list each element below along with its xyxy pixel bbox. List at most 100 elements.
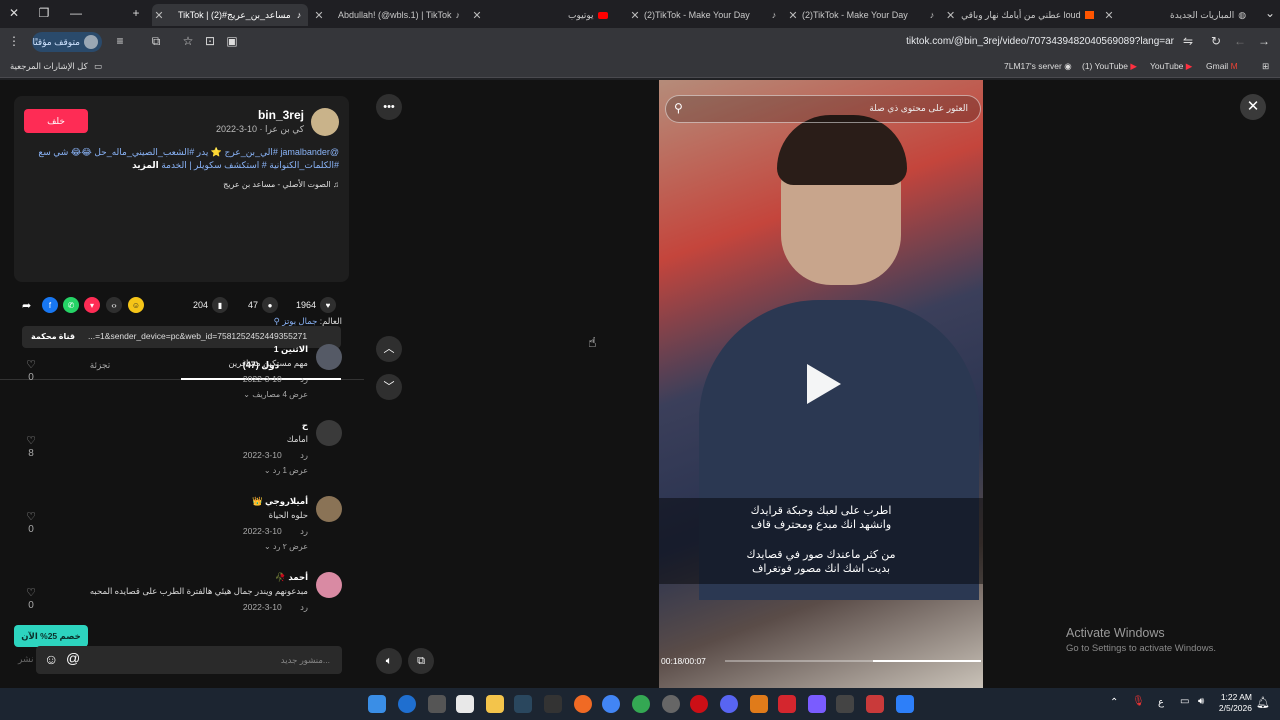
- music-link[interactable]: ♫ الصوت الأصلي - مساعد بن عريج: [223, 180, 339, 189]
- comment-like-icon[interactable]: ♡: [24, 434, 38, 447]
- start-icon[interactable]: [368, 695, 386, 713]
- bookmark-youtube-1[interactable]: (1) YouTube ▶: [1082, 61, 1137, 72]
- profile-paused-button[interactable]: متوقف مؤقتًا: [32, 32, 102, 52]
- comment-like-icon[interactable]: ♡: [24, 358, 38, 371]
- play-icon[interactable]: [807, 364, 841, 404]
- github-icon[interactable]: [662, 695, 680, 713]
- close-tab-icon[interactable]: ✕: [152, 9, 166, 22]
- whatsapp-share-button[interactable]: ✆: [63, 296, 79, 314]
- mention-icon[interactable]: @: [66, 650, 80, 666]
- commenter-name[interactable]: أحمد 🥀: [275, 572, 308, 583]
- previous-video-icon[interactable]: ︿: [376, 336, 402, 362]
- send-to-friend-button[interactable]: ▾: [84, 296, 100, 314]
- tab-youtube[interactable]: ✕ يوتيوب: [470, 4, 620, 26]
- restore-window-icon[interactable]: ❐: [36, 6, 52, 20]
- extensions-icon[interactable]: ⧉: [148, 34, 164, 49]
- opera-icon[interactable]: [690, 695, 708, 713]
- reload-icon[interactable]: ↻: [1208, 34, 1224, 48]
- network-icon[interactable]: ▭: [1180, 696, 1189, 707]
- discount-badge[interactable]: خصم 25% الآن: [14, 625, 88, 647]
- comment-input[interactable]: ☺ @ منشور جديد...: [36, 646, 342, 674]
- commenter-name[interactable]: الاثنين 1: [274, 344, 308, 355]
- close-tab-icon[interactable]: ✕: [1102, 9, 1116, 22]
- taskbar-clock[interactable]: 1:22 AM 2/5/2026: [1219, 692, 1252, 714]
- file-explorer-icon[interactable]: [486, 695, 504, 713]
- tab-tiktok-bin-3rej[interactable]: ✕ TikTok | مساعد_بن_عريج#(2) ♪: [152, 4, 308, 26]
- author-avatar[interactable]: [311, 108, 339, 136]
- tab-soundcloud[interactable]: ✕ عطني من أيامك نهار وباقي loud: [944, 4, 1094, 26]
- more-share-button[interactable]: ➦: [22, 296, 31, 314]
- video-progress-bar[interactable]: [725, 660, 981, 662]
- next-video-icon[interactable]: ﹀: [376, 374, 402, 400]
- bookmark-star-icon[interactable]: ☆: [180, 34, 196, 48]
- notification-bell-icon[interactable]: 🔔︎: [1256, 696, 1270, 709]
- commenter-name[interactable]: ح: [302, 420, 308, 431]
- firefox-icon[interactable]: [574, 695, 592, 713]
- menu-dots-icon[interactable]: ⋮: [6, 34, 22, 48]
- close-tab-icon[interactable]: ✕: [470, 9, 484, 22]
- share-coin-button[interactable]: ☺: [128, 296, 144, 314]
- app-b-icon[interactable]: [778, 695, 796, 713]
- apps-grid-icon[interactable]: ⊞: [1262, 61, 1269, 72]
- install-app-icon[interactable]: ⊡: [202, 34, 218, 48]
- discord-icon[interactable]: [720, 695, 738, 713]
- emoji-icon[interactable]: ☺: [44, 651, 58, 667]
- address-bar[interactable]: tiktok.com/@bin_3rej/video/7073439482040…: [906, 36, 1174, 47]
- save-button[interactable]: 204 ▮: [193, 296, 229, 314]
- tab-tiktok-make-your-day-2[interactable]: ✕ (2)TikTok - Make Your Day ♪: [786, 4, 936, 26]
- tab-matches[interactable]: ✕ المباريات الجديدة ◍: [1102, 4, 1252, 26]
- commenter-name[interactable]: أميلاروجي 👑: [252, 496, 308, 507]
- commenter-avatar[interactable]: [316, 496, 342, 522]
- reply-button[interactable]: رد: [300, 526, 308, 536]
- comment-button[interactable]: 47 ●: [248, 296, 279, 314]
- facebook-share-button[interactable]: f: [42, 296, 58, 314]
- store-icon[interactable]: [456, 695, 474, 713]
- app-red-icon[interactable]: [866, 695, 884, 713]
- chrome-profile-icon[interactable]: [632, 695, 650, 713]
- steam-icon[interactable]: [514, 695, 532, 713]
- tab-abdullah-tiktok[interactable]: ✕ Abdullah! (@wbls.1) | TikTok ♪: [312, 4, 466, 26]
- comment-like-icon[interactable]: ♡: [24, 586, 38, 599]
- bluetooth-app-icon[interactable]: [896, 695, 914, 713]
- commenter-avatar[interactable]: [316, 420, 342, 446]
- reply-button[interactable]: رد: [300, 374, 308, 384]
- chrome-icon[interactable]: [602, 695, 620, 713]
- bookmark-gmail[interactable]: Gmail M: [1206, 61, 1238, 71]
- reading-list-icon[interactable]: ≡: [112, 34, 128, 48]
- vlc-icon[interactable]: [750, 695, 768, 713]
- close-tab-icon[interactable]: ✕: [944, 9, 957, 22]
- close-tab-icon[interactable]: ✕: [312, 9, 326, 22]
- video-link[interactable]: ...=1&sender_device=pc&web_id=7581252452…: [88, 331, 336, 341]
- reply-button[interactable]: رد: [300, 602, 308, 612]
- back-icon[interactable]: →: [1256, 34, 1272, 48]
- more-button[interactable]: المزيد: [132, 160, 159, 170]
- close-icon[interactable]: ✕: [1240, 94, 1266, 120]
- like-button[interactable]: 1964 ♥: [296, 296, 337, 314]
- embed-button[interactable]: ‹›: [106, 296, 122, 314]
- tab-search-icon[interactable]: ⌄: [1262, 6, 1278, 20]
- close-tab-icon[interactable]: ✕: [786, 9, 800, 22]
- edge-icon[interactable]: [398, 695, 416, 713]
- bookmark-youtube-2[interactable]: YouTube ▶: [1150, 61, 1192, 72]
- speaker-icon[interactable]: 🔊︎: [1198, 696, 1204, 707]
- video-search-bar[interactable]: ⚲ العثور على محتوى ذي صلة: [665, 95, 981, 123]
- capcut-icon[interactable]: [836, 695, 854, 713]
- all-bookmarks[interactable]: كل الإشارات المرجعية ▭: [10, 61, 102, 72]
- video-player[interactable]: ⚲ العثور على محتوى ذي صلة اطرب على لعبك …: [659, 80, 983, 688]
- epic-games-icon[interactable]: [544, 695, 562, 713]
- comment-like-icon[interactable]: ♡: [24, 510, 38, 523]
- commenter-avatar[interactable]: [316, 344, 342, 370]
- reply-button[interactable]: رد: [300, 450, 308, 460]
- follow-button[interactable]: خلف: [24, 109, 88, 133]
- close-tab-icon[interactable]: ✕: [628, 9, 642, 22]
- bookmark-server[interactable]: 7LM17's server ◉: [1004, 61, 1072, 72]
- app-diamond-icon[interactable]: [808, 695, 826, 713]
- new-tab-icon[interactable]: +: [128, 6, 144, 20]
- site-settings-icon[interactable]: ⇋: [1180, 34, 1196, 48]
- microphone-icon[interactable]: 🎙︎: [1132, 696, 1145, 707]
- view-replies-button[interactable]: عرض 1 رد ⌄: [264, 466, 308, 475]
- tray-chevron-icon[interactable]: ⌃: [1110, 697, 1118, 708]
- picture-in-picture-icon[interactable]: ⧉: [408, 648, 434, 674]
- more-options-icon[interactable]: •••: [376, 94, 402, 120]
- minimize-window-icon[interactable]: —: [68, 6, 84, 20]
